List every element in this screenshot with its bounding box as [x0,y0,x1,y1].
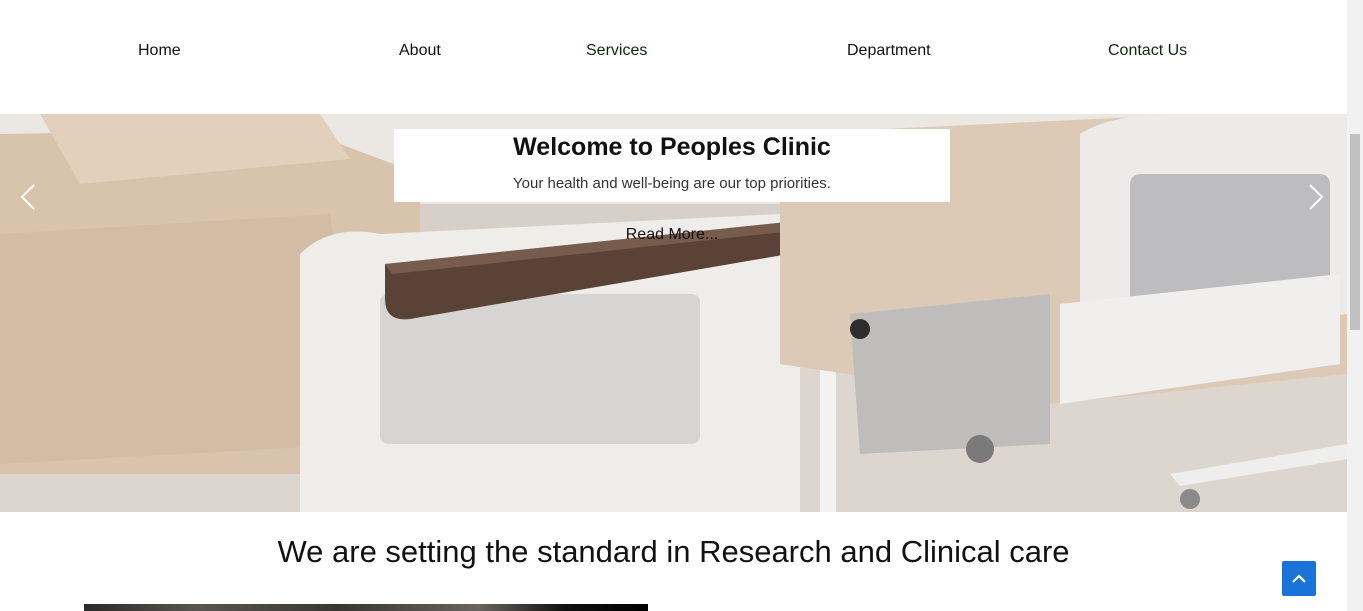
main-navbar: Home About Services Department Contact U… [0,0,1347,114]
scrollbar-thumb[interactable] [1350,134,1360,330]
carousel-prev-button[interactable] [14,182,44,212]
chevron-left-icon [20,184,35,210]
chevron-right-icon [1309,184,1324,210]
nav-contact-link[interactable]: Contact Us [1108,42,1187,60]
page-scrollbar[interactable] [1347,0,1363,611]
carousel-next-button[interactable] [1300,182,1330,212]
nav-home-link[interactable]: Home [138,42,181,60]
section-heading: We are setting the standard in Research … [277,534,1070,569]
nav-department-link[interactable]: Department [847,42,931,60]
hero-subtitle: Your health and well-being are our top p… [513,175,831,192]
nav-services-link[interactable]: Services [586,42,647,60]
read-more-link[interactable]: Read More... [590,226,754,244]
back-to-top-button[interactable] [1282,561,1316,596]
section-image [84,604,648,611]
hero-title: Welcome to Peoples Clinic [513,133,831,161]
nav-about-link[interactable]: About [399,42,441,60]
chevron-up-icon [1292,574,1306,583]
hero-caption-box: Welcome to Peoples Clinic Your health an… [394,129,950,202]
hero-carousel: Welcome to Peoples Clinic Your health an… [0,114,1347,512]
